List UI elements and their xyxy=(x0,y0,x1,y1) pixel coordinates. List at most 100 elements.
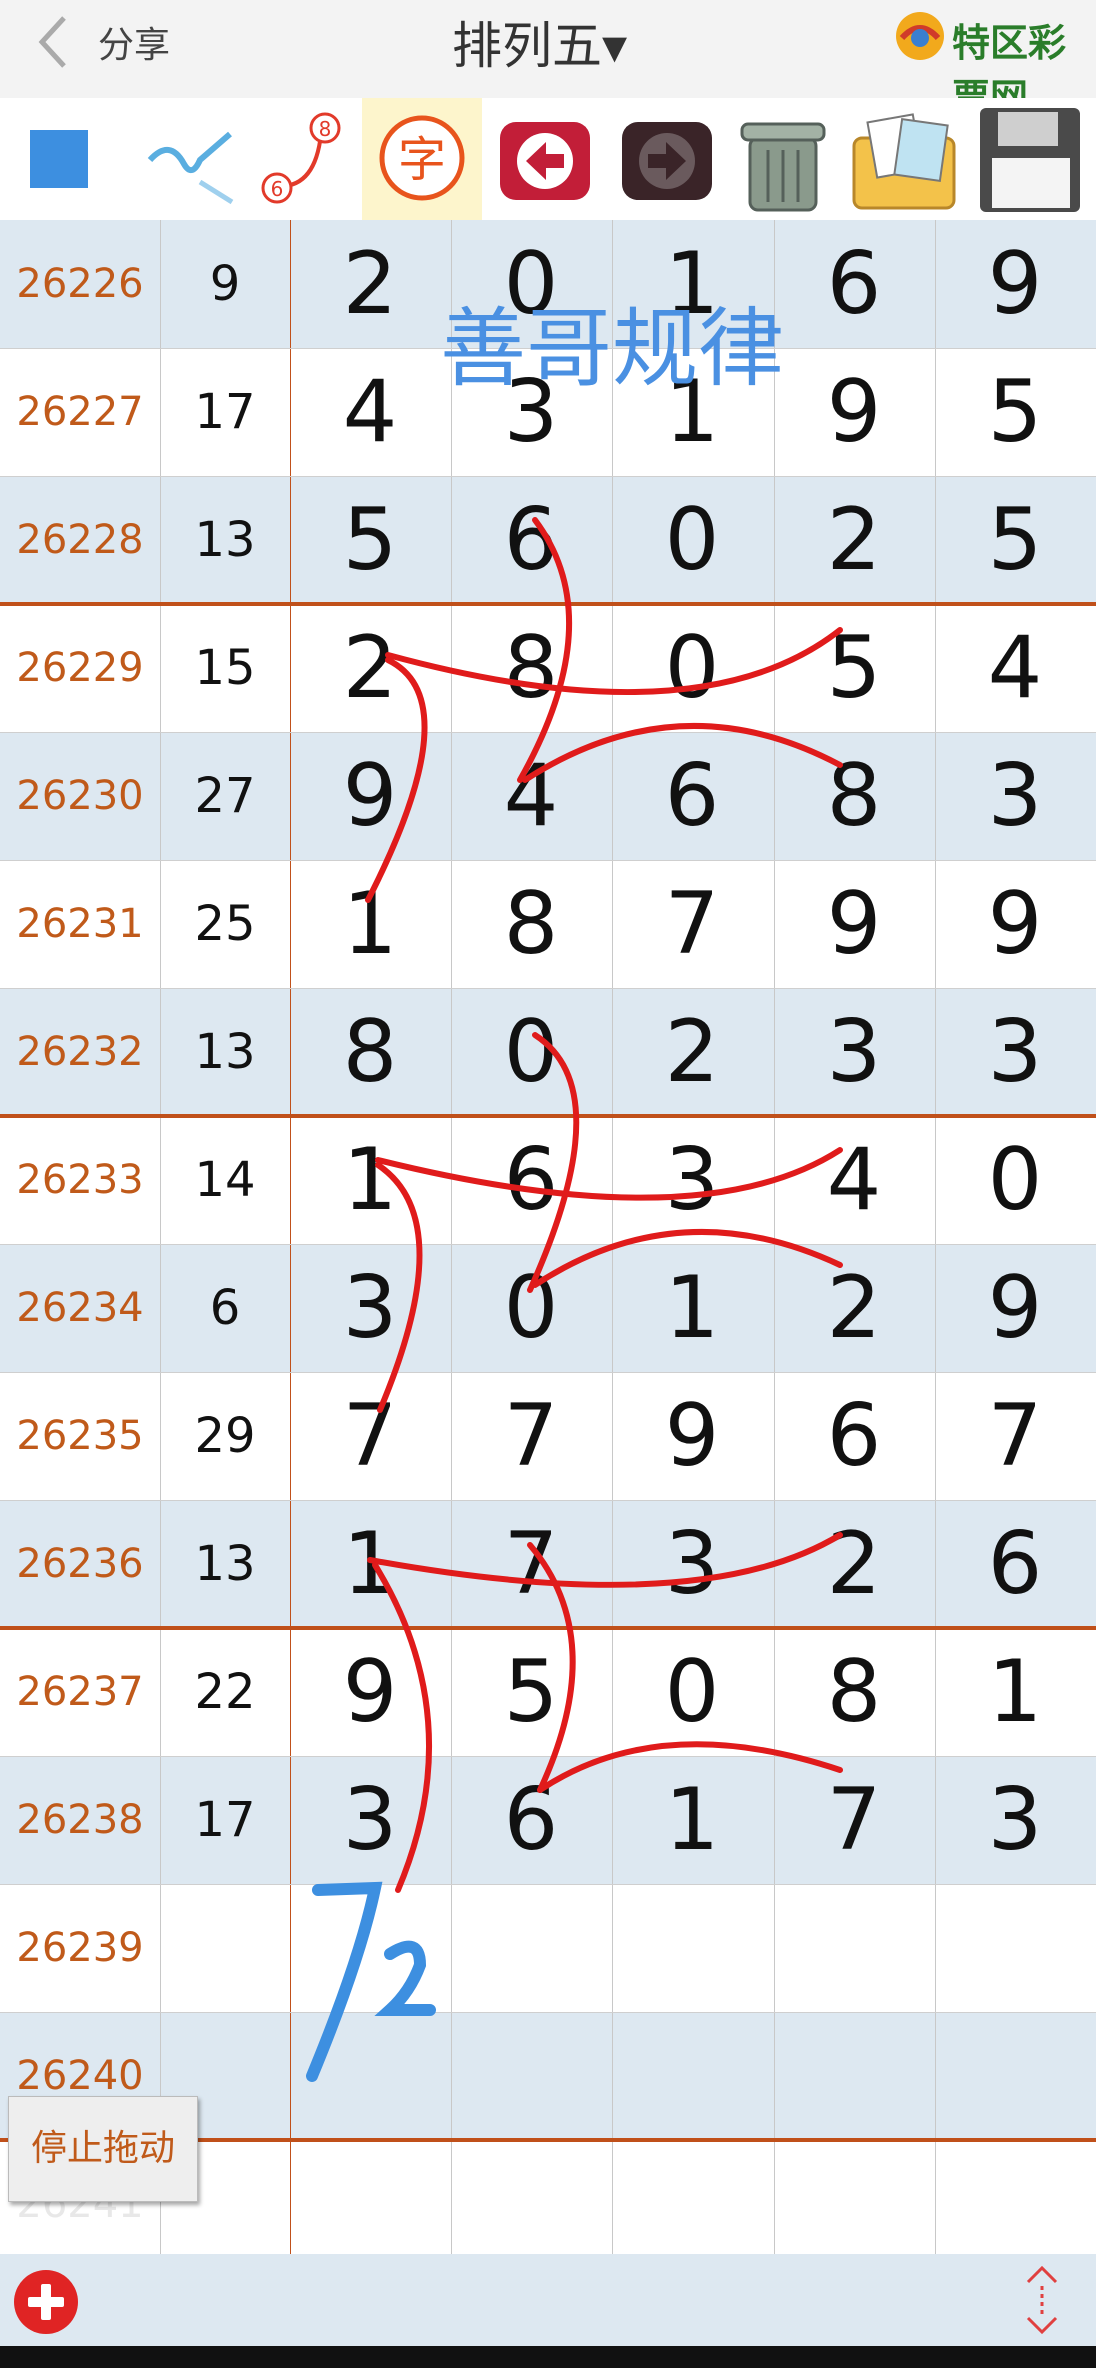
digit-cell: 9 xyxy=(987,1258,1043,1358)
text-icon: 字 xyxy=(379,115,465,201)
column-divider xyxy=(160,220,161,2254)
digit-cell: 9 xyxy=(826,362,882,462)
clear-button[interactable] xyxy=(728,98,838,220)
digit-cell: 2 xyxy=(826,490,882,590)
system-nav-bar xyxy=(0,2346,1096,2368)
table-row: 26238 17 3 6 1 7 3 xyxy=(0,1756,1096,1884)
digit-cell: 8 xyxy=(503,618,559,718)
gallery-icon xyxy=(852,113,956,210)
table-row: 26237 22 9 5 0 8 1 xyxy=(0,1628,1096,1756)
digit-cell: 2 xyxy=(664,1002,720,1102)
digit-cell: 8 xyxy=(342,1002,398,1102)
undo-button[interactable] xyxy=(490,98,600,220)
back-chevron-icon[interactable] xyxy=(34,14,74,70)
digit-cell: 1 xyxy=(664,1258,720,1358)
text-tool-button[interactable]: 字 xyxy=(362,98,482,220)
save-disk-icon xyxy=(980,108,1080,212)
site-logo: 特区彩票网 xyxy=(892,8,1092,120)
digit-cell: 8 xyxy=(503,874,559,974)
watermark-text: 善哥规律 xyxy=(440,299,784,399)
digit-cell: 5 xyxy=(503,1642,559,1742)
number-link-button[interactable]: 8 6 xyxy=(255,98,355,220)
digit-cell: 9 xyxy=(987,234,1043,334)
digit-cell: 6 xyxy=(826,1386,882,1486)
digit-cell: 6 xyxy=(503,1770,559,1870)
sum-value: 6 xyxy=(209,1280,241,1336)
digit-cell: 6 xyxy=(503,490,559,590)
digit-cell: 3 xyxy=(664,1514,720,1614)
digit-cell: 7 xyxy=(826,1770,882,1870)
sum-value: 22 xyxy=(194,1664,256,1720)
sum-value xyxy=(160,1884,290,2012)
sum-value: 13 xyxy=(194,1536,256,1592)
gallery-button[interactable] xyxy=(846,98,964,220)
row-divider xyxy=(0,1372,1096,1373)
digit-cell: 4 xyxy=(342,362,398,462)
period-number: 26239 xyxy=(16,1925,144,1971)
logo-globe-icon xyxy=(896,12,944,60)
sum-value: 25 xyxy=(194,896,256,952)
digit-cell: 3 xyxy=(987,1002,1043,1102)
resize-arrows-icon[interactable] xyxy=(1020,2262,1064,2338)
redo-button[interactable] xyxy=(612,98,722,220)
digit-cell: 9 xyxy=(342,746,398,846)
table-row: 26232 13 8 0 2 3 3 xyxy=(0,988,1096,1116)
period-number: 26234 xyxy=(16,1285,144,1331)
add-icon[interactable] xyxy=(14,2270,78,2334)
digit-cell: 4 xyxy=(987,618,1043,718)
forward-arrow-icon xyxy=(622,122,712,200)
digit-cell: 6 xyxy=(664,746,720,846)
period-number: 26237 xyxy=(16,1669,144,1715)
column-divider xyxy=(290,220,291,2254)
color-picker-button[interactable] xyxy=(20,98,100,220)
row-divider xyxy=(0,1244,1096,1245)
table-row: 26231 25 1 8 7 9 9 xyxy=(0,860,1096,988)
svg-text:6: 6 xyxy=(271,177,284,201)
sum-value: 14 xyxy=(194,1152,256,1208)
pen-tool-button[interactable] xyxy=(140,98,240,220)
drawing-toolbar: 8 6 字 xyxy=(0,98,1096,221)
table-row: 26239 xyxy=(0,1884,1096,2012)
blue-square-icon xyxy=(30,130,88,188)
digit-cell: 0 xyxy=(664,1642,720,1742)
save-button[interactable] xyxy=(970,98,1090,220)
digit-cell: 9 xyxy=(826,874,882,974)
column-divider xyxy=(612,220,613,2254)
digit-cell: 7 xyxy=(503,1514,559,1614)
row-divider xyxy=(0,860,1096,861)
back-arrow-icon xyxy=(500,122,590,200)
table-row: 26230 27 9 4 6 8 3 xyxy=(0,732,1096,860)
table-row: 26235 29 7 7 9 6 7 xyxy=(0,1372,1096,1500)
digit-cell: 2 xyxy=(826,1514,882,1614)
sum-value: 29 xyxy=(194,1408,256,1464)
digit-cell: 5 xyxy=(826,618,882,718)
top-bar: 分享 排列五▾ 特区彩票网 xyxy=(0,0,1096,120)
row-divider xyxy=(0,2012,1096,2013)
pen-icon xyxy=(147,131,234,205)
row-divider xyxy=(0,1884,1096,1885)
digit-cell: 7 xyxy=(342,1386,398,1486)
column-divider xyxy=(774,220,775,2254)
period-number: 26230 xyxy=(16,773,144,819)
digit-cell: 1 xyxy=(664,1770,720,1870)
trash-icon xyxy=(740,122,826,212)
digit-cell: 5 xyxy=(987,362,1043,462)
sum-value: 27 xyxy=(194,768,256,824)
table-row: 26228 13 5 6 0 2 5 xyxy=(0,476,1096,604)
period-number: 26229 xyxy=(16,645,144,691)
lottery-type-selector[interactable]: 排列五▾ xyxy=(452,6,627,78)
table-row: 26229 15 2 8 0 5 4 xyxy=(0,604,1096,732)
row-divider xyxy=(0,732,1096,733)
digit-cell: 4 xyxy=(503,746,559,846)
digit-cell: 0 xyxy=(664,618,720,718)
period-number: 26226 xyxy=(16,261,144,307)
digit-cell: 6 xyxy=(826,234,882,334)
group-separator xyxy=(0,602,1096,606)
share-button[interactable]: 分享 xyxy=(98,16,170,68)
digit-cell: 3 xyxy=(987,746,1043,846)
digit-cell: 4 xyxy=(826,1130,882,1230)
period-number: 26227 xyxy=(16,389,144,435)
digit-cell: 9 xyxy=(987,874,1043,974)
digit-cell: 6 xyxy=(503,1130,559,1230)
stop-drag-button[interactable]: 停止拖动 xyxy=(8,2096,198,2202)
